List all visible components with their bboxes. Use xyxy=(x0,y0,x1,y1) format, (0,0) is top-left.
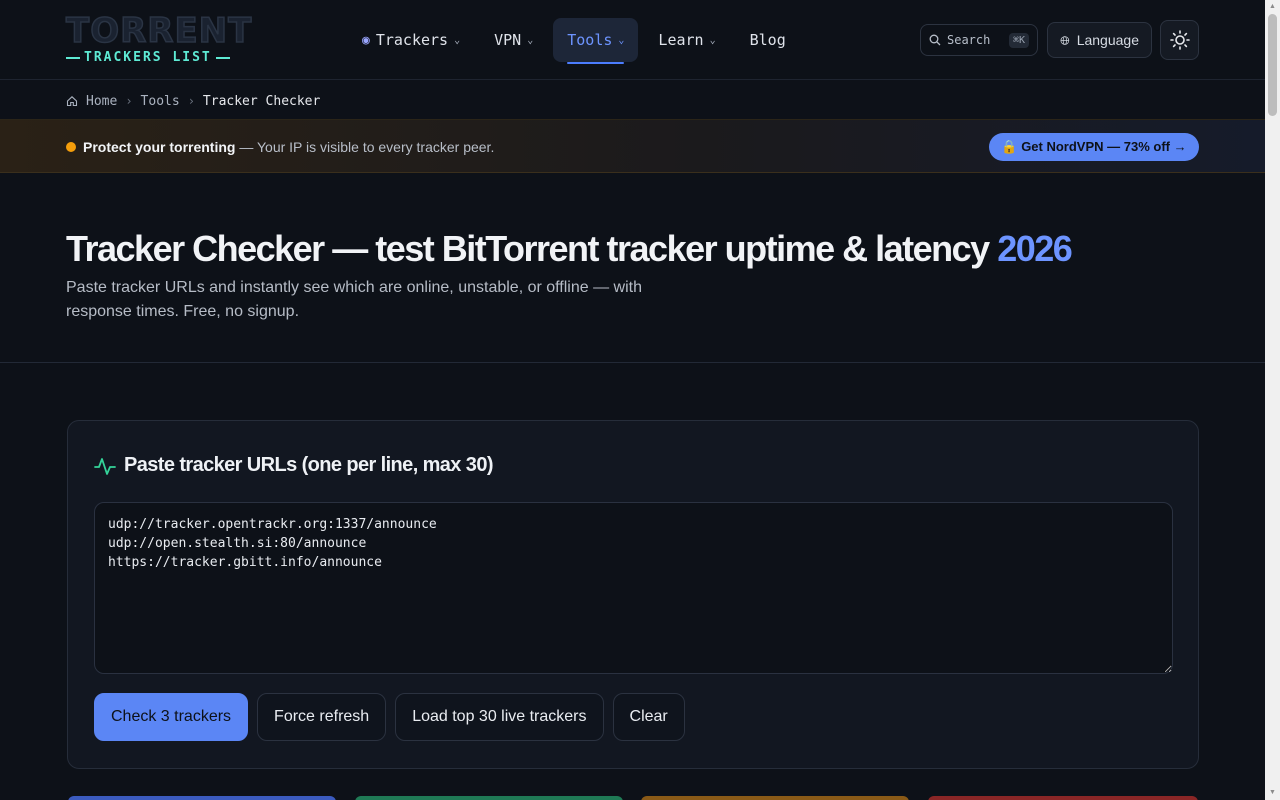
chevron-right-icon: › xyxy=(187,94,195,108)
force-refresh-button[interactable]: Force refresh xyxy=(257,693,387,741)
action-buttons: Check 3 trackers Force refresh Load top … xyxy=(94,693,685,741)
breadcrumb-current: Tracker Checker xyxy=(202,93,321,109)
banner-message-text: — Your IP is visible to every tracker pe… xyxy=(235,139,495,155)
tracker-urls-input[interactable] xyxy=(94,502,1173,674)
vpn-cta-button[interactable]: 🔒 Get NordVPN — 73% off → xyxy=(989,133,1199,161)
page-title: Tracker Checker — test BitTorrent tracke… xyxy=(66,228,1216,270)
warning-dot-icon xyxy=(66,142,76,152)
search-label: Search xyxy=(947,33,991,47)
logo-dash-left xyxy=(66,56,80,59)
stat-card-offline-edge xyxy=(928,796,1198,800)
activity-icon xyxy=(94,457,116,475)
breadcrumb: Home › Tools › Tracker Checker xyxy=(66,90,320,112)
load-top-trackers-button[interactable]: Load top 30 live trackers xyxy=(395,693,604,741)
tracker-checker-card: Paste tracker URLs (one per line, max 30… xyxy=(67,420,1199,769)
site-header: TORRENT TRACKERS LIST ◉ Trackers ⌄ VPN ⌄… xyxy=(0,0,1265,80)
nav-tools-label: Tools xyxy=(567,31,613,49)
stat-card-unstable-edge xyxy=(641,796,909,800)
nav-tools[interactable]: Tools ⌄ xyxy=(553,18,639,64)
banner-message: Protect your torrenting — Your IP is vis… xyxy=(83,139,494,155)
logo-wordmark-bottom: TRACKERS LIST xyxy=(84,50,212,65)
card-header: Paste tracker URLs (one per line, max 30… xyxy=(94,454,494,477)
nav-learn[interactable]: Learn ⌄ xyxy=(644,18,729,62)
banner-message-bold: Protect your torrenting xyxy=(83,139,236,155)
nav-trackers-label: Trackers xyxy=(375,31,449,49)
home-icon xyxy=(66,96,78,107)
card-title: Paste tracker URLs (one per line, max 30… xyxy=(124,454,494,476)
stat-card-total-edge xyxy=(68,796,336,800)
page-scrollbar[interactable]: ▲ ▼ xyxy=(1265,0,1280,800)
page-subtitle: Paste tracker URLs and instantly see whi… xyxy=(66,279,642,320)
globe-icon xyxy=(1060,35,1070,45)
section-divider xyxy=(0,362,1265,363)
main-nav: ◉ Trackers ⌄ VPN ⌄ Tools ⌄ Learn ⌄ Blog xyxy=(348,18,800,64)
search-icon xyxy=(929,34,941,46)
scroll-down-icon[interactable]: ▼ xyxy=(1268,789,1277,797)
nav-learn-label: Learn xyxy=(658,31,704,49)
broadcast-icon: ◉ xyxy=(362,32,370,48)
scroll-up-icon[interactable]: ▲ xyxy=(1268,3,1277,11)
stat-card-online-edge xyxy=(355,796,623,800)
nav-trackers[interactable]: ◉ Trackers ⌄ xyxy=(348,18,474,62)
logo-wordmark-bottom-row: TRACKERS LIST xyxy=(66,50,246,65)
language-label: Language xyxy=(1076,32,1139,48)
logo-wordmark-top: TORRENT xyxy=(65,11,253,51)
nav-blog-label: Blog xyxy=(749,31,786,49)
breadcrumb-home[interactable]: Home xyxy=(86,94,117,109)
nav-vpn-label: VPN xyxy=(494,31,522,49)
chevron-right-icon: › xyxy=(125,94,133,108)
breadcrumb-tools[interactable]: Tools xyxy=(141,94,180,109)
chevron-down-icon: ⌄ xyxy=(454,34,461,46)
clear-button[interactable]: Clear xyxy=(612,693,685,741)
chevron-down-icon: ⌄ xyxy=(527,34,534,46)
page-title-text: Tracker Checker — test BitTorrent tracke… xyxy=(66,228,998,269)
check-trackers-button[interactable]: Check 3 trackers xyxy=(94,693,249,741)
page-title-year: 2026 xyxy=(997,228,1073,269)
search-shortcut: ⌘K xyxy=(1008,32,1029,48)
chevron-down-icon: ⌄ xyxy=(709,34,716,46)
scrollbar-thumb[interactable] xyxy=(1268,14,1277,116)
nav-blog[interactable]: Blog xyxy=(736,18,800,62)
nav-vpn[interactable]: VPN ⌄ xyxy=(480,18,547,62)
logo-dash-right xyxy=(215,56,230,59)
search-button[interactable]: Search ⌘K xyxy=(920,24,1038,56)
vpn-promo-banner: Protect your torrenting — Your IP is vis… xyxy=(0,119,1265,173)
theme-toggle-button[interactable] xyxy=(1160,20,1199,60)
sun-icon xyxy=(1169,30,1190,50)
chevron-down-icon: ⌄ xyxy=(618,34,625,46)
site-logo[interactable]: TORRENT TRACKERS LIST xyxy=(65,11,253,66)
language-button[interactable]: Language xyxy=(1047,22,1152,58)
